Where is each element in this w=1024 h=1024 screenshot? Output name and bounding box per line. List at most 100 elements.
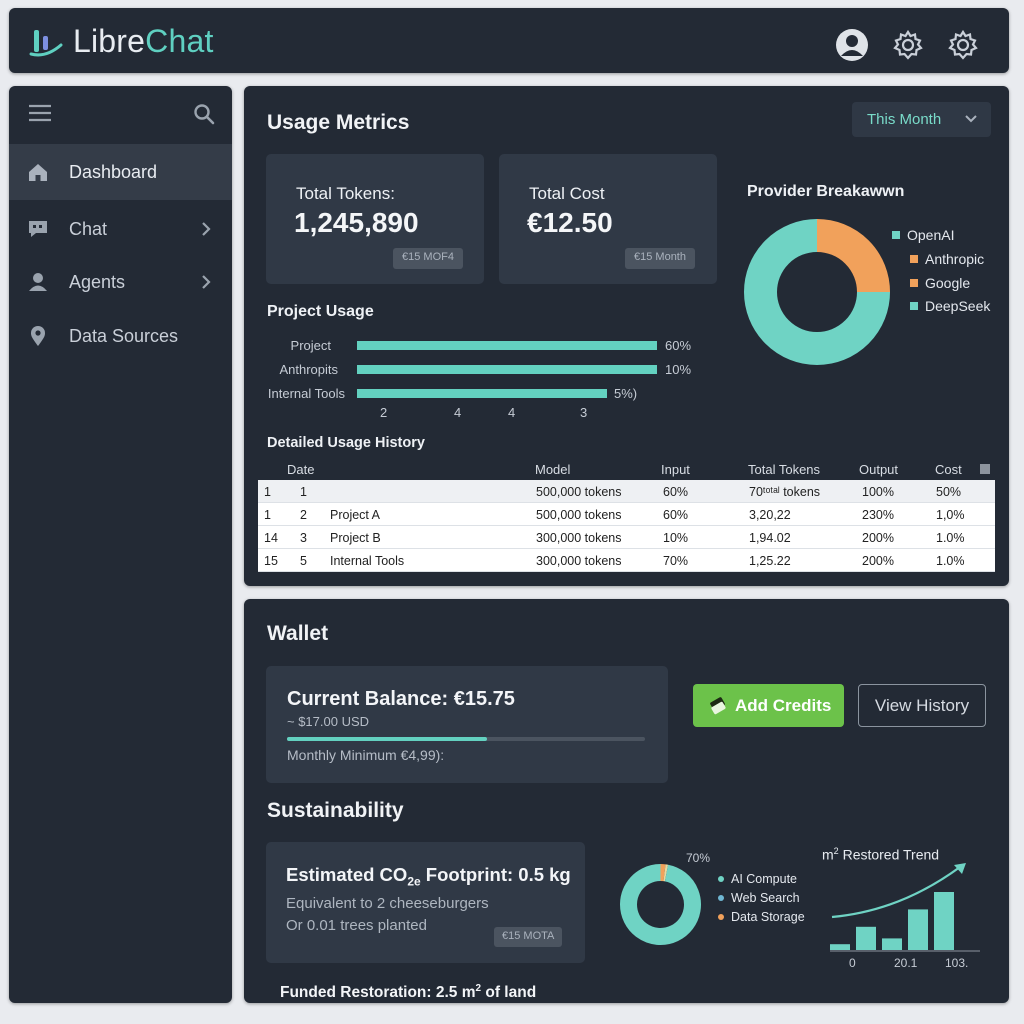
hamburger-menu-icon[interactable] bbox=[29, 104, 51, 122]
table-cell: 200% bbox=[862, 531, 894, 545]
legend-item-ai-compute: AI Compute bbox=[718, 872, 797, 886]
co2-subscript: 2e bbox=[407, 874, 421, 889]
project-usage-label: Internal Tools bbox=[267, 386, 345, 401]
sidebar-item-label: Chat bbox=[69, 218, 108, 239]
column-header-input[interactable]: Input bbox=[661, 462, 690, 477]
sidebar-item-chat[interactable]: Chat bbox=[9, 201, 232, 257]
sidebar-item-label: Agents bbox=[69, 271, 126, 292]
table-cell: 1 bbox=[264, 508, 271, 522]
trend-bar bbox=[882, 938, 902, 950]
chevron-down-icon bbox=[965, 115, 977, 123]
column-header-total-tokens[interactable]: Total Tokens bbox=[748, 462, 820, 477]
column-header-cost[interactable]: Cost bbox=[935, 462, 962, 477]
search-icon[interactable] bbox=[193, 103, 215, 125]
table-row[interactable]: 15 5 Internal Tools 300,000 tokens 70% 1… bbox=[258, 549, 995, 572]
table-cell: 70% bbox=[663, 554, 689, 568]
legend-item-google: Google bbox=[910, 275, 970, 291]
balance-progress-fill bbox=[287, 737, 488, 741]
legend-item-anthropic: Anthropic bbox=[910, 251, 984, 267]
sidebar-item-agents[interactable]: Agents bbox=[9, 254, 232, 310]
project-usage-value: 5%) bbox=[614, 386, 638, 401]
funded-restoration: Funded Restoration: 2.5 m2 of land bbox=[280, 983, 536, 1002]
table-cell: 500,000 tokens bbox=[536, 508, 622, 522]
project-usage-bar bbox=[357, 341, 657, 350]
sidebar: Dashboard Chat Agents Data Sources bbox=[9, 86, 232, 1003]
sidebar-item-data-sources[interactable]: Data Sources bbox=[9, 308, 232, 364]
column-header-date[interactable]: Date bbox=[287, 462, 314, 477]
table-cell: 230% bbox=[862, 508, 894, 522]
librechat-logo-icon bbox=[29, 30, 63, 57]
view-history-button[interactable]: View History bbox=[858, 684, 986, 727]
column-header-output[interactable]: Output bbox=[859, 462, 898, 477]
table-cell: 1.0% bbox=[936, 554, 965, 568]
table-cell: 3 bbox=[300, 531, 307, 545]
add-credits-label: Add Credits bbox=[735, 695, 832, 715]
legend-label: Google bbox=[925, 275, 971, 291]
funded-text: Funded Restoration: 2.5 m bbox=[280, 984, 476, 1002]
trend-tick: 20.1 bbox=[894, 956, 918, 970]
chevron-right-icon bbox=[202, 275, 211, 289]
balance-progress-track bbox=[287, 737, 645, 741]
legend-swatch bbox=[718, 894, 724, 901]
table-cell: 5 bbox=[300, 554, 307, 568]
app-title-main: Libre bbox=[73, 23, 146, 59]
trend-bar bbox=[934, 892, 954, 950]
legend-swatch bbox=[892, 231, 900, 240]
legend-label: OpenAI bbox=[907, 227, 955, 243]
sidebar-item-dashboard[interactable]: Dashboard bbox=[9, 144, 232, 200]
table-cell: 70ᵗᵒᵗᵃˡ tokens bbox=[749, 485, 821, 499]
table-cell: 50% bbox=[936, 485, 962, 499]
sustainability-title: Sustainability bbox=[267, 799, 404, 822]
project-usage-bar bbox=[357, 365, 657, 374]
table-cell: 60% bbox=[663, 508, 689, 522]
table-cell: 1.0% bbox=[936, 531, 965, 545]
trend-tick: 103. bbox=[945, 956, 969, 970]
legend-item-openai: OpenAI bbox=[892, 227, 954, 243]
table-cell: 500,000 tokens bbox=[536, 485, 622, 499]
co2-chip: €15 MOTA bbox=[494, 927, 563, 947]
sidebar-item-label: Dashboard bbox=[69, 161, 158, 182]
sidebar-item-label: Data Sources bbox=[69, 325, 179, 346]
sustainability-donut-label: 70% bbox=[686, 851, 711, 865]
table-cell: 3,20,22 bbox=[749, 508, 791, 522]
chat-icon bbox=[29, 221, 47, 237]
donut-slice-ai-compute bbox=[620, 864, 701, 945]
table-row[interactable]: 1 1 500,000 tokens 60% 70ᵗᵒᵗᵃˡ tokens 10… bbox=[258, 480, 995, 503]
usage-history-title: Detailed Usage History bbox=[267, 435, 425, 451]
table-cell: 1 bbox=[264, 485, 271, 499]
period-select-value: This Month bbox=[867, 111, 942, 128]
table-cell: Internal Tools bbox=[330, 554, 405, 568]
user-avatar-icon[interactable] bbox=[835, 28, 869, 62]
table-cell: 1,94.02 bbox=[749, 531, 791, 545]
project-usage-tick: 4 bbox=[454, 405, 462, 420]
legend-item-data-storage: Data Storage bbox=[718, 910, 805, 924]
usage-metrics-panel: Usage Metrics This Month Total Tokens: 1… bbox=[244, 86, 1009, 586]
project-usage-title: Project Usage bbox=[267, 303, 374, 320]
table-cell: 10% bbox=[663, 531, 689, 545]
table-cell: Project A bbox=[330, 508, 381, 522]
project-usage-tick: 3 bbox=[580, 405, 588, 420]
legend-swatch bbox=[718, 875, 724, 882]
gear-icon[interactable] bbox=[946, 28, 980, 62]
table-cell: 14 bbox=[264, 531, 278, 545]
table-cell: 300,000 tokens bbox=[536, 531, 622, 545]
legend-label: Web Search bbox=[731, 891, 800, 905]
co2-trees: Or 0.01 trees planted bbox=[286, 917, 427, 934]
gear-icon[interactable] bbox=[891, 28, 925, 62]
legend-label: AI Compute bbox=[731, 872, 798, 886]
co2-footprint: Estimated CO2e Footprint: 0.5 kg bbox=[286, 864, 571, 889]
project-usage-tick: 4 bbox=[508, 405, 516, 420]
add-credits-button[interactable]: Add Credits bbox=[693, 684, 844, 727]
table-cell: 1 bbox=[300, 485, 307, 499]
co2-equivalent: Equivalent to 2 cheeseburgers bbox=[286, 895, 489, 912]
trend-bar bbox=[908, 909, 928, 950]
table-row[interactable]: 14 3 Project B 300,000 tokens 10% 1,94.0… bbox=[258, 526, 995, 549]
column-header-model[interactable]: Model bbox=[535, 462, 570, 477]
trend-arrow-head bbox=[954, 863, 966, 874]
table-row[interactable]: 1 2 Project A 500,000 tokens 60% 3,20,22… bbox=[258, 503, 995, 526]
current-balance: Current Balance: €15.75 bbox=[287, 688, 515, 710]
period-select[interactable]: This Month bbox=[852, 102, 991, 137]
wallet-title: Wallet bbox=[267, 622, 329, 645]
table-cell: Project B bbox=[330, 531, 381, 545]
table-options-icon[interactable] bbox=[980, 464, 990, 474]
